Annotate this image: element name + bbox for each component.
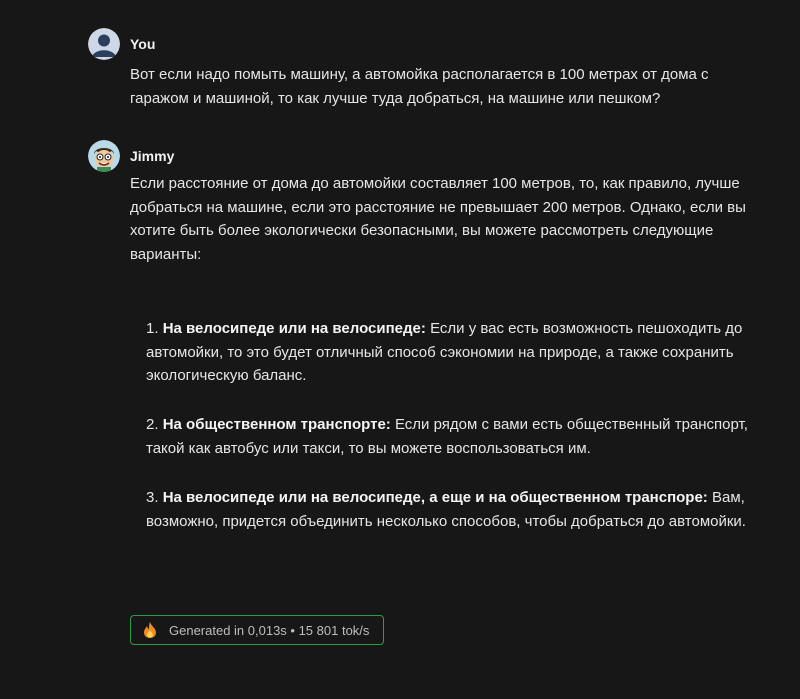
user-avatar-icon	[88, 28, 120, 60]
jimmy-avatar-icon	[88, 140, 120, 172]
generation-stats-badge: Generated in 0,013s • 15 801 tok/s	[130, 615, 385, 645]
list-item: 2. На общественном транспорте: Если рядо…	[146, 413, 766, 460]
list-item: 3. На велосипеде или на велосипеде, а ещ…	[146, 486, 766, 533]
bot-intro-text: Если расстояние от дома до автомойки сос…	[130, 175, 746, 263]
list-item-number: 1.	[146, 320, 159, 337]
list-item-number: 3.	[146, 489, 159, 506]
bot-author-name: Jimmy	[130, 148, 175, 164]
bot-message-header: Jimmy	[88, 140, 174, 172]
chat-page: You Вот если надо помыть машину, а автом…	[0, 0, 800, 699]
user-message-text: Вот если надо помыть машину, а автомойка…	[130, 66, 709, 107]
user-author-name: You	[130, 36, 156, 52]
list-item-title: На общественном транспорте:	[162, 416, 391, 433]
list-item-title: На велосипеде или на велосипеде, а еще и…	[162, 489, 708, 506]
list-item-title: На велосипеде или на велосипеде:	[162, 320, 426, 337]
flame-icon	[143, 622, 157, 638]
generation-stats-text: Generated in 0,013s • 15 801 tok/s	[169, 622, 370, 638]
list-item: 1. На велосипеде или на велосипеде: Если…	[146, 317, 766, 388]
list-item-number: 2.	[146, 416, 159, 433]
user-message-header: You	[88, 28, 155, 60]
